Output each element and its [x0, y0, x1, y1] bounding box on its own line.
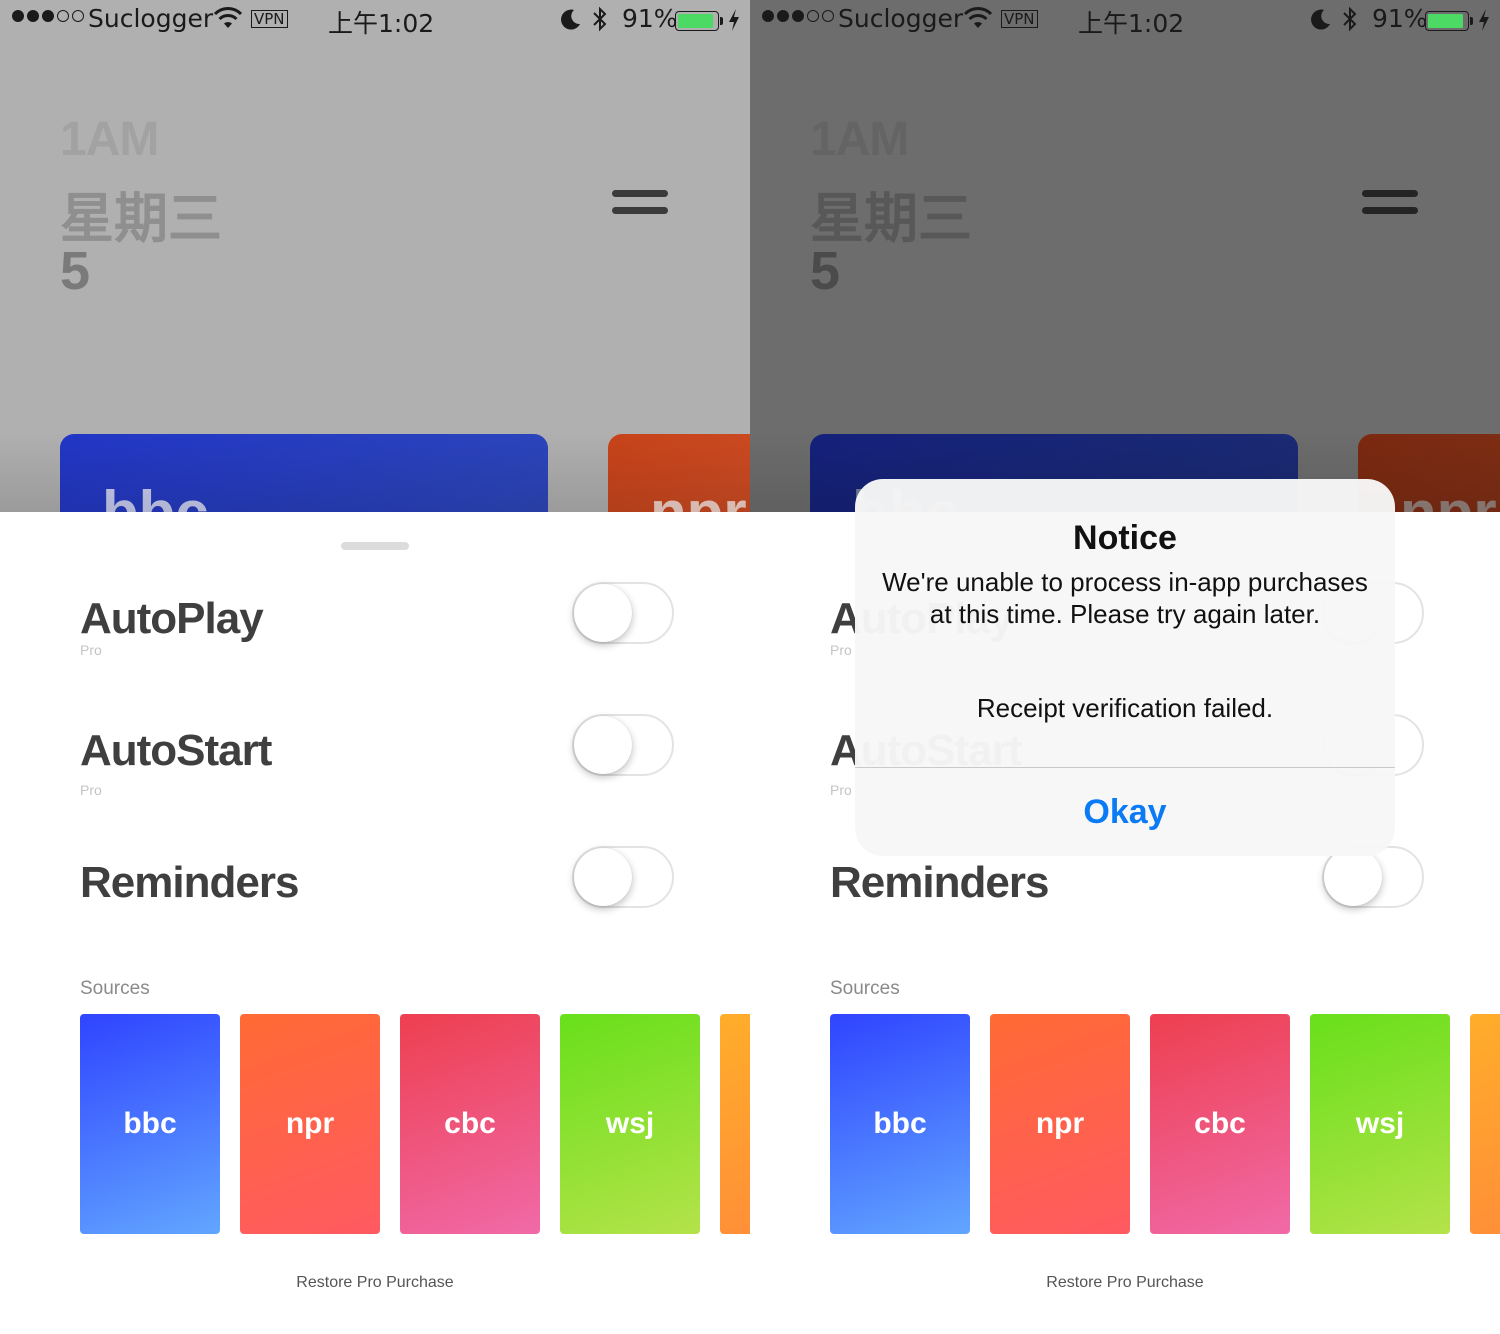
- source-tiles: bbc npr cbc wsj: [80, 1014, 750, 1234]
- battery-icon: [675, 11, 719, 31]
- signal-strength-icon: [12, 10, 84, 22]
- setting-subtitle: Pro: [80, 782, 102, 798]
- restore-purchase-button[interactable]: Restore Pro Purchase: [750, 1274, 1500, 1292]
- hero-card-label: npr: [650, 478, 747, 512]
- autoplay-toggle[interactable]: [572, 582, 674, 644]
- bluetooth-icon: [593, 6, 607, 32]
- hero-card-npr[interactable]: npr: [608, 434, 750, 512]
- hero-card-bbc[interactable]: bbc: [60, 434, 548, 512]
- carrier-name: Suclogger: [88, 4, 214, 33]
- source-tile-wsj[interactable]: wsj: [1310, 1014, 1450, 1234]
- source-tile-cbc[interactable]: cbc: [400, 1014, 540, 1234]
- moon-icon: [1311, 9, 1330, 30]
- battery-icon: [1425, 11, 1469, 31]
- setting-title: Reminders: [80, 858, 299, 907]
- date-heading: 5: [60, 241, 91, 301]
- autostart-toggle[interactable]: [572, 714, 674, 776]
- okay-button[interactable]: Okay: [855, 768, 1395, 856]
- setting-title: AutoStart: [80, 726, 272, 775]
- settings-sheet: AutoPlay Pro AutoStart Pro Reminders Sou…: [0, 512, 750, 1334]
- setting-row-reminders: Reminders: [830, 846, 1430, 948]
- charging-icon: [729, 9, 739, 31]
- status-time: 上午1:02: [328, 9, 435, 38]
- wifi-icon: [963, 7, 993, 28]
- settings-screen-with-alert: 1AM 星期三 5 bbc npr Suclogger VPN 上午1:02 9…: [750, 0, 1500, 1334]
- setting-subtitle: Pro: [830, 642, 852, 658]
- hamburger-icon[interactable]: [612, 190, 668, 216]
- source-tiles: bbc npr cbc wsj: [830, 1014, 1500, 1234]
- sheet-grabber[interactable]: [341, 542, 409, 550]
- setting-title: Reminders: [830, 858, 1049, 907]
- source-tile-label: wsj: [1355, 1107, 1405, 1140]
- source-tile-label: cbc: [444, 1107, 496, 1140]
- status-bar: Suclogger VPN 上午1:02 91%: [750, 0, 1500, 40]
- setting-title: AutoPlay: [80, 594, 264, 643]
- wifi-icon: [213, 7, 243, 28]
- background-app: 1AM 星期三 5 bbc npr: [0, 0, 750, 512]
- alert-note: Receipt verification failed.: [976, 693, 1274, 723]
- vpn-badge: VPN: [251, 10, 288, 28]
- battery-percentage: 91%: [1372, 4, 1428, 33]
- source-tile-label: npr: [285, 1107, 335, 1140]
- source-tile-bbc[interactable]: bbc: [830, 1014, 970, 1234]
- reminders-toggle[interactable]: [572, 846, 674, 908]
- moon-icon: [561, 9, 580, 30]
- battery-percentage: 91%: [622, 4, 678, 33]
- source-tile-label: npr: [1035, 1107, 1085, 1140]
- setting-subtitle: Pro: [830, 782, 852, 798]
- source-tile-cbc[interactable]: cbc: [1150, 1014, 1290, 1234]
- sources-label: Sources: [830, 978, 900, 999]
- source-tile-npr[interactable]: npr: [240, 1014, 380, 1234]
- source-tile-label: bbc: [873, 1107, 927, 1140]
- hero-card-label: bbc: [102, 478, 209, 512]
- source-tile-partial[interactable]: [720, 1014, 750, 1234]
- source-tile-wsj[interactable]: wsj: [560, 1014, 700, 1234]
- charging-icon: [1479, 9, 1489, 31]
- status-time: 上午1:02: [1078, 9, 1185, 38]
- vpn-badge: VPN: [1001, 10, 1038, 28]
- settings-screen: 1AM 星期三 5 bbc npr Suclogger VPN 上午1:02 9…: [0, 0, 750, 1334]
- alert-message: We're unable to process in-app purchases…: [882, 567, 1368, 629]
- alert-title: Notice: [1073, 519, 1177, 557]
- hour-heading: 1AM: [60, 113, 159, 166]
- alert-dialog: Notice We're unable to process in-app pur…: [855, 479, 1395, 856]
- source-tile-bbc[interactable]: bbc: [80, 1014, 220, 1234]
- source-tile-label: cbc: [1194, 1107, 1246, 1140]
- bluetooth-icon: [1343, 6, 1357, 32]
- stage: 1AM 星期三 5 bbc npr Suclogger VPN 上午1:02 9…: [0, 0, 1500, 1334]
- setting-row-autoplay: AutoPlay Pro: [80, 582, 680, 684]
- source-tile-label: wsj: [605, 1107, 655, 1140]
- setting-row-autostart: AutoStart Pro: [80, 714, 680, 816]
- restore-purchase-button[interactable]: Restore Pro Purchase: [0, 1274, 750, 1292]
- sources-label: Sources: [80, 978, 150, 999]
- setting-subtitle: Pro: [80, 642, 102, 658]
- status-bar: Suclogger VPN 上午1:02 91%: [0, 0, 750, 40]
- carrier-name: Suclogger: [838, 4, 964, 33]
- source-tile-partial[interactable]: [1470, 1014, 1500, 1234]
- signal-strength-icon: [762, 10, 834, 22]
- source-tile-npr[interactable]: npr: [990, 1014, 1130, 1234]
- source-tile-label: bbc: [123, 1107, 177, 1140]
- setting-row-reminders: Reminders: [80, 846, 680, 948]
